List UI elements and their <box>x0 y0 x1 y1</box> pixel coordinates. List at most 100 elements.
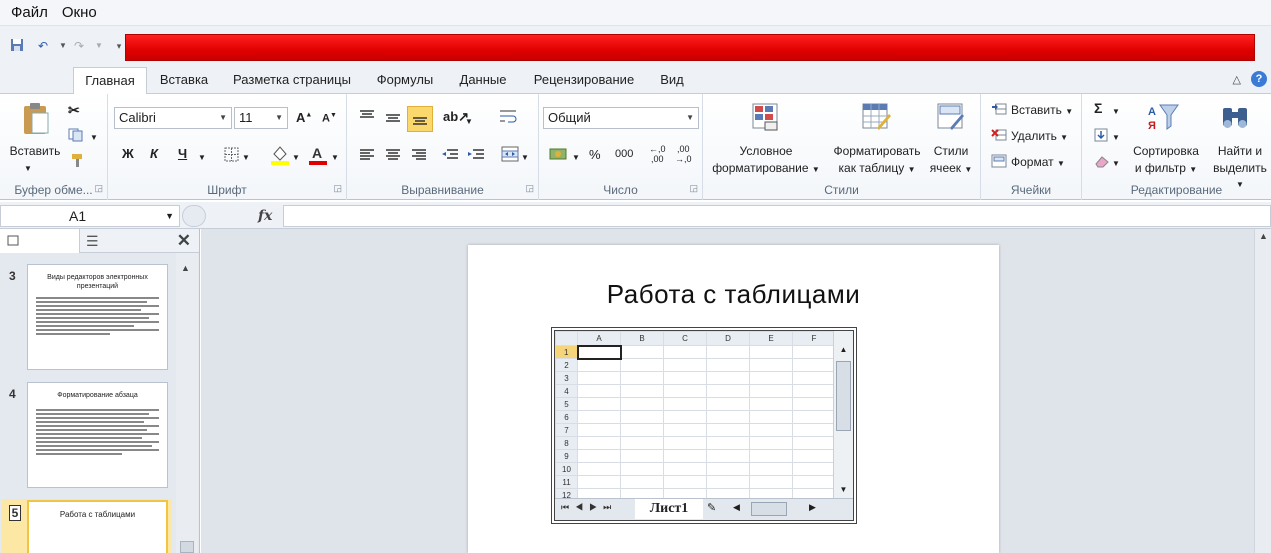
format-as-table-label-1[interactable]: Форматировать <box>825 144 929 159</box>
align-top-icon[interactable] <box>359 109 375 126</box>
worksheet-cell[interactable] <box>663 397 707 411</box>
format-as-table-button[interactable]: как таблицу ▼ <box>825 161 929 177</box>
tab-outline[interactable]: ☰ <box>86 233 99 250</box>
autosum-dropdown-icon[interactable]: ▼ <box>1112 104 1120 119</box>
worksheet-cell[interactable] <box>792 345 836 359</box>
scroll-thumb[interactable] <box>180 541 194 553</box>
hscroll-left-icon[interactable]: ◀ <box>733 502 740 513</box>
worksheet-cell[interactable] <box>706 423 750 437</box>
tab-formulas[interactable]: Формулы <box>368 67 442 94</box>
worksheet-cell[interactable] <box>792 462 836 476</box>
row-header[interactable]: 5 <box>555 397 578 411</box>
row-header[interactable]: 4 <box>555 384 578 398</box>
autosum-icon[interactable]: Σ <box>1094 100 1102 116</box>
font-launcher-icon[interactable]: ◲ <box>333 183 342 194</box>
row-header[interactable]: 6 <box>555 410 578 424</box>
tab-data[interactable]: Данные <box>450 67 516 94</box>
worksheet-cell[interactable] <box>620 345 664 359</box>
italic-button[interactable]: К <box>150 146 158 161</box>
font-name-combo[interactable]: Calibri ▼ <box>114 107 232 129</box>
cell-styles-button[interactable]: ячеек ▼ <box>925 161 977 177</box>
slide-scroll-up-icon[interactable]: ▲ <box>1259 231 1268 241</box>
menu-window[interactable]: Окно <box>55 4 104 21</box>
worksheet-cell[interactable] <box>749 462 793 476</box>
clear-icon[interactable] <box>1094 154 1110 171</box>
tab-page-layout[interactable]: Разметка страницы <box>224 67 360 94</box>
worksheet-cell[interactable] <box>620 462 664 476</box>
fill-icon[interactable] <box>1094 128 1108 145</box>
worksheet-cell[interactable] <box>749 423 793 437</box>
worksheet-cell[interactable] <box>749 397 793 411</box>
paste-dropdown-icon[interactable]: ▼ <box>24 161 32 176</box>
increase-indent-icon[interactable] <box>467 148 485 165</box>
worksheet-cell[interactable] <box>749 384 793 398</box>
worksheet-cell[interactable] <box>577 397 621 411</box>
worksheet-grid[interactable]: A B C D E F 1 2 3 4 5 6 7 8 9 10 11 12 <box>555 331 836 502</box>
slide-vertical-scrollbar[interactable]: ▲ <box>1254 229 1271 553</box>
conditional-formatting-label-1[interactable]: Условное <box>707 144 825 159</box>
conditional-formatting-button[interactable]: форматирование ▼ <box>707 161 825 177</box>
fill-dropdown-icon[interactable]: ▼ <box>1112 130 1120 145</box>
worksheet-cell[interactable] <box>706 449 750 463</box>
find-select-icon[interactable] <box>1220 104 1250 135</box>
row-header[interactable]: 1 <box>555 345 578 359</box>
worksheet-cell[interactable] <box>792 410 836 424</box>
worksheet-cell[interactable] <box>792 475 836 489</box>
worksheet-cell[interactable] <box>577 436 621 450</box>
worksheet-cell[interactable] <box>620 410 664 424</box>
hscroll-right-icon[interactable]: ▶ <box>809 502 816 513</box>
worksheet-cell[interactable] <box>706 384 750 398</box>
alignment-launcher-icon[interactable]: ◲ <box>525 183 534 194</box>
align-left-icon[interactable] <box>359 148 375 165</box>
select-all-corner[interactable] <box>555 331 578 346</box>
row-header[interactable]: 8 <box>555 436 578 450</box>
redo-icon[interactable]: ↷ <box>70 38 88 54</box>
worksheet-cell[interactable] <box>792 384 836 398</box>
worksheet-cell[interactable] <box>749 449 793 463</box>
worksheet-cell[interactable] <box>706 397 750 411</box>
worksheet-scroll-down-icon[interactable]: ▼ <box>836 485 851 495</box>
worksheet-cell[interactable] <box>577 410 621 424</box>
paste-icon[interactable] <box>21 102 51 139</box>
column-header[interactable]: A <box>577 331 621 346</box>
help-icon[interactable]: ? <box>1251 71 1267 87</box>
worksheet-cell[interactable] <box>792 423 836 437</box>
delete-cells-icon[interactable] <box>991 128 1007 145</box>
worksheet-cell[interactable] <box>577 475 621 489</box>
format-cells-icon[interactable] <box>991 154 1007 171</box>
worksheet-cell[interactable] <box>663 371 707 385</box>
tab-view[interactable]: Вид <box>652 67 692 94</box>
worksheet-cell[interactable] <box>577 371 621 385</box>
underline-button[interactable]: Ч <box>178 146 187 161</box>
clipboard-launcher-icon[interactable]: ◲ <box>94 183 103 194</box>
row-header[interactable]: 9 <box>555 449 578 463</box>
grow-font-icon[interactable]: A▲ <box>296 110 312 125</box>
slide-thumbnail[interactable]: Виды редакторов электронных презентаций <box>27 264 168 370</box>
slide-thumbnail[interactable]: Форматирование абзаца <box>27 382 168 488</box>
worksheet-table[interactable]: A B C D E F 1 2 3 4 5 6 7 8 9 10 11 12 <box>555 331 836 502</box>
row-header[interactable]: 11 <box>555 475 578 489</box>
insert-function-button[interactable]: fx <box>258 208 272 224</box>
copy-icon[interactable] <box>68 128 84 145</box>
worksheet-cell[interactable] <box>706 358 750 372</box>
worksheet-cell[interactable] <box>706 371 750 385</box>
worksheet-cell[interactable] <box>749 475 793 489</box>
insert-sheet-icon[interactable]: ✎ <box>707 501 716 514</box>
align-right-icon[interactable] <box>411 148 427 165</box>
worksheet-cell[interactable] <box>706 410 750 424</box>
sort-filter-icon[interactable]: AЯ <box>1146 102 1180 135</box>
embedded-worksheet[interactable]: A B C D E F 1 2 3 4 5 6 7 8 9 10 11 12 ▲ ▼ ⏮◀▶⏭ Лист1 ✎ ◀… <box>551 327 857 524</box>
worksheet-cell[interactable] <box>663 436 707 450</box>
cell-styles-label-1[interactable]: Стили <box>925 144 977 159</box>
worksheet-cell[interactable] <box>620 449 664 463</box>
worksheet-cell[interactable] <box>577 384 621 398</box>
worksheet-scroll-up-icon[interactable]: ▲ <box>836 345 851 355</box>
worksheet-cell[interactable] <box>706 462 750 476</box>
format-as-table-icon[interactable] <box>861 102 891 135</box>
column-header[interactable]: C <box>663 331 707 346</box>
currency-icon[interactable] <box>549 146 569 165</box>
tab-insert[interactable]: Вставка <box>152 67 216 94</box>
worksheet-cell[interactable] <box>620 475 664 489</box>
formula-input[interactable] <box>283 205 1271 227</box>
worksheet-cell[interactable] <box>663 449 707 463</box>
